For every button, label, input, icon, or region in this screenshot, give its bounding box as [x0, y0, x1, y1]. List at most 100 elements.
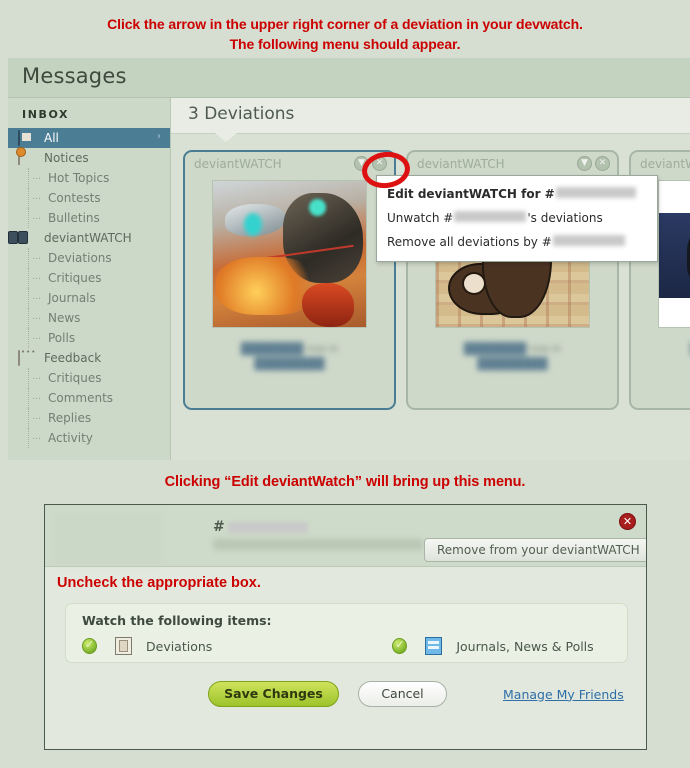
tree-line-icon: …	[28, 268, 44, 288]
deviations-heading: 3 Deviations	[188, 104, 295, 124]
chevron-down-icon[interactable]: ▼	[354, 156, 369, 171]
sidebar-item-label: Contests	[48, 191, 101, 205]
hash-symbol: #	[213, 519, 225, 535]
sidebar-item-activity[interactable]: … Activity	[8, 428, 170, 448]
annotation-middle: Clicking “Edit deviantWatch” will bring …	[164, 474, 526, 490]
messages-body: INBOX All › Notices … Hot Topics … Conte…	[8, 98, 690, 460]
chevron-down-icon[interactable]: ▼	[577, 156, 592, 171]
sidebar-item-polls[interactable]: … Polls	[8, 328, 170, 348]
sidebar-item-label: Feedback	[44, 351, 102, 365]
sidebar-item-deviantwatch[interactable]: deviantWATCH	[8, 228, 170, 248]
menu-item-remove-all-deviations[interactable]: Remove all deviations by #	[377, 230, 657, 254]
tree-line-icon: …	[28, 308, 44, 328]
sidebar-item-news[interactable]: … News	[8, 308, 170, 328]
sidebar-item-comments[interactable]: … Comments	[8, 388, 170, 408]
menu-item-label: Remove all deviations by #	[387, 235, 552, 249]
manage-my-friends-link[interactable]: Manage My Friends	[503, 687, 624, 702]
menu-item-edit-deviantwatch[interactable]: Edit deviantWATCH for #	[377, 182, 657, 206]
mail-icon	[18, 130, 38, 146]
tutorial-screenshot: Click the arrow in the upper right corne…	[0, 0, 690, 768]
cancel-button[interactable]: Cancel	[358, 681, 447, 707]
sidebar-item-hot-topics[interactable]: … Hot Topics	[8, 168, 170, 188]
watch-options-panel: Watch the following items: Deviations Jo…	[65, 603, 628, 663]
watch-option-label: Journals, News & Polls	[456, 638, 594, 654]
deviation-caption: ████████ now in █████████	[463, 343, 562, 370]
sidebar-item-label: Activity	[48, 431, 93, 445]
annotation-top-line2: The following menu should appear.	[229, 36, 461, 53]
sidebar-item-deviations[interactable]: … Deviations	[8, 248, 170, 268]
sidebar-item-critiques-feedback[interactable]: … Critiques	[8, 368, 170, 388]
close-icon[interactable]: ✕	[595, 156, 610, 171]
tree-line-icon: …	[28, 248, 44, 268]
card-header: deviantWATCH ▼ ✕	[185, 152, 394, 174]
tree-line-icon: …	[28, 288, 44, 308]
sidebar-item-label: Critiques	[48, 271, 102, 285]
sidebar-item-feedback[interactable]: Feedback	[8, 348, 170, 368]
speech-bubble-icon	[18, 350, 38, 366]
tray-notch	[215, 133, 237, 142]
card-header-label: deviantWATCH	[640, 157, 690, 171]
deviantwatch-context-menu: Edit deviantWATCH for # Unwatch # 's devi…	[376, 175, 658, 262]
watch-option-label: Deviations	[146, 638, 213, 654]
sidebar-section-label: INBOX	[22, 108, 70, 121]
sidebar-item-critiques-watch[interactable]: … Critiques	[8, 268, 170, 288]
avatar	[53, 511, 163, 565]
deviation-icon	[115, 637, 132, 655]
tree-line-icon: …	[28, 168, 44, 188]
card-buttons: ▼ ✕	[577, 156, 610, 171]
main-panel: 3 Deviations deviantWATCH ▼ ✕ ████████ n…	[171, 98, 690, 460]
card-buttons: ▼ ✕	[354, 156, 387, 171]
sidebar-item-label: Replies	[48, 411, 92, 425]
annotation-top-line1: Click the arrow in the upper right corne…	[107, 16, 583, 32]
menu-item-suffix: 's deviations	[527, 211, 603, 225]
sidebar-item-label: Journals	[48, 291, 96, 305]
sidebar-item-label: News	[48, 311, 81, 325]
deviation-thumbnail[interactable]	[658, 180, 690, 328]
sidebar-item-label: deviantWATCH	[44, 231, 132, 245]
watch-option-deviations[interactable]: Deviations	[82, 637, 212, 655]
annotation-uncheck: Uncheck the appropriate box.	[57, 575, 261, 591]
checkmark-icon[interactable]	[82, 638, 97, 654]
close-glyph: ✕	[622, 515, 633, 528]
watch-options-list: Deviations Journals, News & Polls	[66, 628, 627, 655]
checkmark-icon[interactable]	[392, 638, 408, 654]
menu-item-unwatch[interactable]: Unwatch # 's deviations	[377, 206, 657, 230]
tree-line-icon: …	[28, 188, 44, 208]
sidebar-item-label: Hot Topics	[48, 171, 110, 185]
sidebar-item-replies[interactable]: … Replies	[8, 408, 170, 428]
remove-from-deviantwatch-button[interactable]: Remove from your deviantWATCH	[424, 538, 646, 562]
redacted-tagline	[213, 539, 423, 550]
dialog-username: #	[213, 519, 309, 535]
watch-option-journals[interactable]: Journals, News & Polls	[392, 637, 594, 655]
sidebar-item-journals[interactable]: … Journals	[8, 288, 170, 308]
redacted-username	[454, 211, 527, 222]
sidebar-item-notices[interactable]: Notices	[8, 148, 170, 168]
close-icon[interactable]: ✕	[619, 513, 636, 530]
sidebar-item-bulletins[interactable]: … Bulletins	[8, 208, 170, 228]
dialog-header: # Remove from your deviantWATCH ✕	[45, 505, 646, 567]
page-title: Messages	[22, 64, 127, 88]
sidebar-item-all[interactable]: All ›	[8, 128, 170, 148]
close-icon[interactable]: ✕	[372, 156, 387, 171]
sidebar-item-label: Bulletins	[48, 211, 100, 225]
deviation-thumbnail[interactable]	[212, 180, 367, 328]
sidebar-item-label: Notices	[44, 151, 89, 165]
redacted-username	[555, 187, 636, 198]
edit-deviantwatch-dialog: # Remove from your deviantWATCH ✕ Unchec…	[44, 504, 647, 750]
redacted-username	[227, 521, 308, 533]
save-changes-button[interactable]: Save Changes	[208, 681, 339, 707]
deviation-card[interactable]: deviantWATCH ▼ ✕ ████████ now in ███████…	[183, 150, 396, 410]
redacted-username	[552, 235, 625, 246]
sidebar-item-contests[interactable]: … Contests	[8, 188, 170, 208]
tree-line-icon: …	[28, 408, 44, 428]
note-icon	[18, 149, 38, 166]
sidebar: INBOX All › Notices … Hot Topics … Conte…	[8, 98, 171, 460]
menu-item-label: Unwatch #	[387, 211, 454, 225]
sidebar-item-label: Polls	[48, 331, 76, 345]
tree-line-icon: …	[28, 208, 44, 228]
dialog-actions: Save Changes Cancel Manage My Friends	[45, 681, 646, 707]
deviation-caption: ████████ now in █████████	[240, 343, 339, 370]
tree-line-icon: …	[28, 328, 44, 348]
card-header-label: deviantWATCH	[417, 157, 505, 171]
deviation-caption: ███████ now in████████	[631, 342, 690, 372]
